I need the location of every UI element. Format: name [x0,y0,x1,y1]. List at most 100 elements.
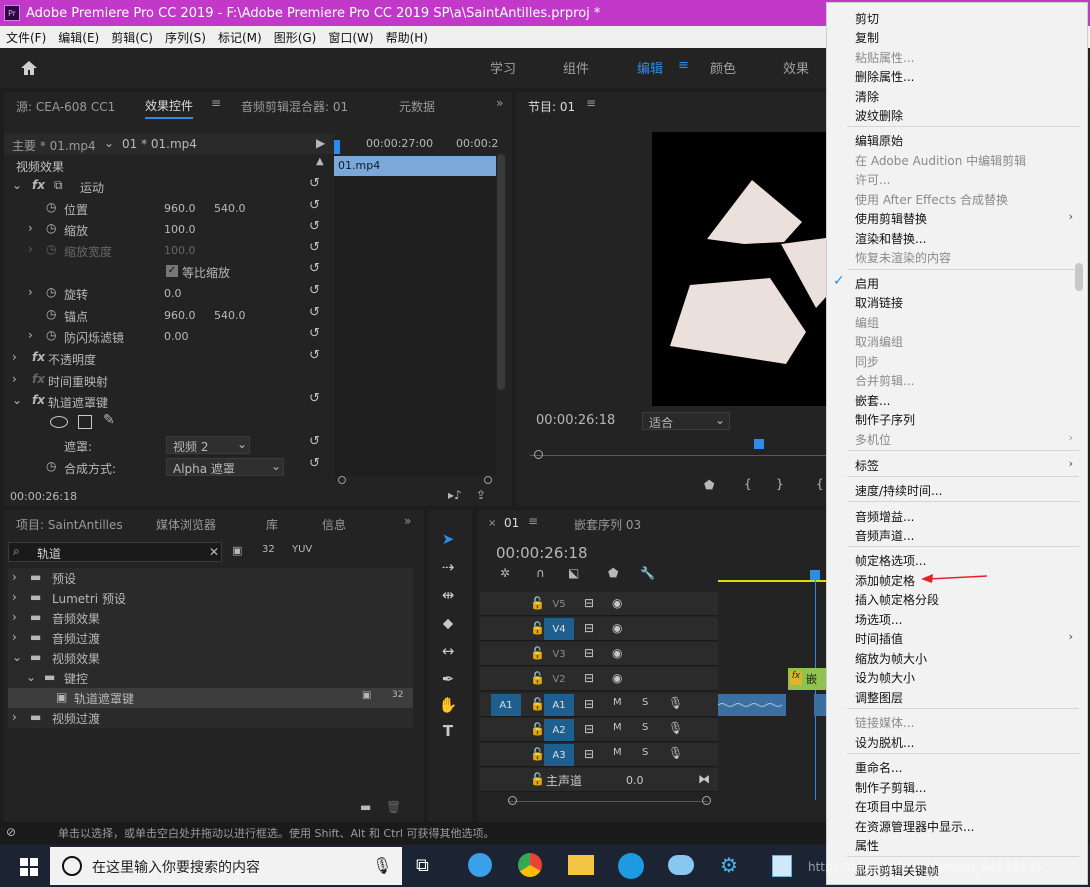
playhead-marker[interactable] [334,140,340,154]
list-item[interactable]: ⌄ ▬ 视频效果 [8,648,413,668]
microphone-icon[interactable]: 🎙 [668,746,683,760]
export-frame-icon[interactable]: ⇪ [476,488,486,502]
microphone-icon[interactable]: 🎙 [668,721,683,735]
lock-icon[interactable]: 🔓 [530,697,545,711]
menu-item-frame-hold-options[interactable]: 帧定格选项... [855,552,926,569]
menu-item-audio-channels[interactable]: 音频声道... [855,527,914,544]
sync-lock-icon[interactable]: ⊟ [584,747,594,761]
go-to-in-icon[interactable]: { [816,477,824,491]
menu-item-label[interactable]: 标签 [855,457,879,474]
settings-gear-icon[interactable]: ⚙ [720,853,738,877]
tab-libraries[interactable]: 库 [266,516,278,533]
ellipse-mask-icon[interactable] [50,416,68,428]
workspace-assembly[interactable]: 组件 [563,58,589,77]
lock-icon[interactable]: 🔓 [530,747,545,761]
scrollbar[interactable] [497,154,505,390]
eye-icon[interactable]: ◉ [612,671,622,685]
fit-dropdown[interactable]: 适合 ⌄ [642,412,730,430]
add-marker-icon[interactable]: ⬟ [608,566,618,580]
menu-item-remove-attributes[interactable]: 删除属性... [855,68,914,85]
menu-item-render-replace[interactable]: 渲染和替换... [855,230,926,247]
list-item[interactable]: › ▬ 视频过渡 [8,708,413,728]
menu-help[interactable]: 帮助(H) [380,29,434,46]
composite-dropdown[interactable]: Alpha 遮罩 ⌄ [166,458,284,476]
mini-timeline-ruler[interactable]: 00:00:27:00 00:00:2 [332,134,498,154]
close-tab-icon[interactable]: × [488,518,496,529]
master-volume-value[interactable]: 0.0 [626,774,644,787]
nest-toggle-icon[interactable]: ✲ [500,566,510,580]
reset-icon[interactable]: ↺ [309,219,320,234]
panel-menu-icon[interactable]: ≡ [586,96,596,110]
work-area-bar[interactable] [718,580,826,582]
linked-selection-icon[interactable]: ⬕ [568,566,579,580]
razor-tool-icon[interactable]: ⬥ [436,614,460,636]
tab-source[interactable]: 源: CEA-608 CC1 [16,98,115,115]
collapse-up-icon[interactable]: ▲ [316,156,324,167]
rotation-value[interactable]: 0.0 [164,287,182,300]
menu-item-add-frame-hold[interactable]: 添加帧定格 [855,572,915,589]
tab-metadata[interactable]: 元数据 [399,98,435,115]
menu-item-replace-with-clip[interactable]: 使用剪辑替换 [855,210,927,227]
position-x-value[interactable]: 960.0 [164,202,196,215]
add-marker-icon[interactable]: ⬟ [704,478,714,492]
tab-nested-sequence[interactable]: 嵌套序列 03 [574,516,641,533]
mark-out-icon[interactable]: } [776,477,784,491]
menu-clip[interactable]: 剪辑(C) [105,29,159,46]
lock-icon[interactable]: 🔓 [530,596,545,610]
snap-icon[interactable]: ∩ [536,566,545,580]
menu-window[interactable]: 窗口(W) [322,29,379,46]
workspace-effects[interactable]: 效果 [783,58,809,77]
tab-media-browser[interactable]: 媒体浏览器 [156,516,216,533]
menu-graphics[interactable]: 图形(G) [268,29,323,46]
browser-app-icon[interactable] [468,853,492,877]
recycle-app-icon[interactable] [772,855,792,877]
scrollbar[interactable] [1075,263,1083,291]
audio-clip-a1-b[interactable] [814,694,826,716]
menu-item-set-to-frame[interactable]: 设为帧大小 [855,669,915,686]
solo-button[interactable]: S [642,747,648,758]
menu-item-make-subclip[interactable]: 制作子剪辑... [855,779,926,796]
mark-in-icon[interactable]: { [744,477,752,491]
mute-button[interactable]: M [613,747,622,758]
playhead-marker[interactable] [754,439,764,449]
track-target-v2[interactable]: V2 [544,668,574,690]
list-item-selected[interactable]: ▣ 轨道遮罩键 ▣ 32 [8,688,413,708]
slip-tool-icon[interactable]: ↔ [436,642,460,664]
list-item[interactable]: ⌄ ▬ 键控 [8,668,413,688]
workspace-color[interactable]: 颜色 [710,58,736,77]
tab-info[interactable]: 信息 [322,516,346,533]
menu-item-field-options[interactable]: 场选项... [855,611,902,628]
tab-audio-mixer[interactable]: 音频剪辑混合器: 01 [241,98,348,115]
expand-chevron-icon[interactable]: ⌄ [12,178,22,192]
ie-icon[interactable] [618,853,644,879]
menu-item-reveal-in-project[interactable]: 在项目中显示 [855,798,927,815]
timeline-zoom-scrollbar[interactable] [508,796,711,806]
lock-icon[interactable]: 🔓 [530,772,545,786]
rectangle-mask-icon[interactable] [78,415,92,429]
menu-item-properties[interactable]: 属性 [855,837,879,854]
track-target-v5[interactable]: V5 [544,593,574,615]
accelerated-effects-icon[interactable]: ▣ [232,544,242,557]
menu-item-nest[interactable]: 嵌套... [855,392,890,409]
solo-button[interactable]: S [642,697,648,708]
uniform-scale-checkbox[interactable]: ✓ [166,265,178,277]
microphone-icon[interactable]: 🎙 [668,696,683,710]
flicker-value[interactable]: 0.00 [164,330,189,343]
eye-icon[interactable]: ◉ [612,621,622,635]
panel-overflow-icon[interactable]: » [404,514,411,528]
anchor-x-value[interactable]: 960.0 [164,309,196,322]
track-target-a3[interactable]: A3 [544,744,574,766]
menu-item-audio-gain[interactable]: 音频增益... [855,508,914,525]
effects-search-input[interactable]: ⌕ 轨道 ✕ [8,542,222,562]
playhead-marker[interactable] [810,570,820,580]
lock-icon[interactable]: 🔓 [530,621,545,635]
stopwatch-icon[interactable]: ◷ [46,459,56,473]
reset-icon[interactable]: ↺ [309,391,320,406]
audio-clip-a1[interactable] [717,694,786,716]
sync-lock-icon[interactable]: ⊟ [584,596,594,610]
reset-icon[interactable]: ↺ [309,176,320,191]
lock-icon[interactable]: 🔓 [530,646,545,660]
expand-chevron-icon[interactable]: › [28,285,33,299]
effects-timecode[interactable]: 00:00:26:18 [10,490,77,503]
go-to-in-out-icon[interactable]: ⧓ [698,772,710,786]
